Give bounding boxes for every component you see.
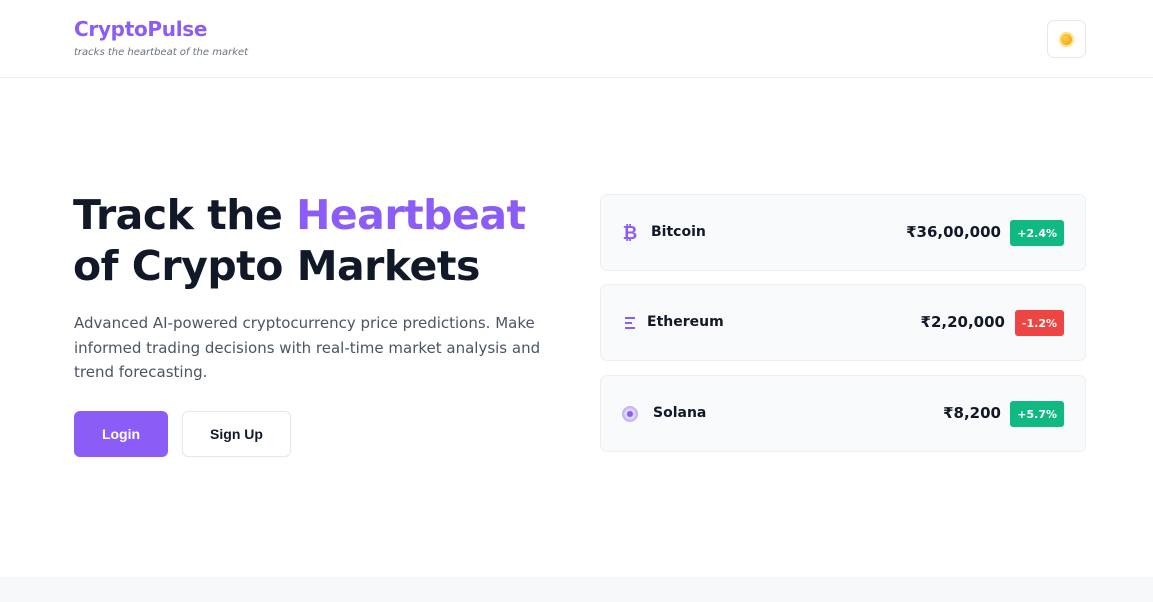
coin-card-solana[interactable]: Solana ₹8,200 +5.7%: [600, 375, 1086, 452]
brand-name[interactable]: CryptoPulse: [74, 17, 248, 41]
hero-title-part2: of Crypto Markets: [73, 242, 480, 290]
coin-price: ₹36,00,000: [906, 223, 1001, 241]
change-badge: +2.4%: [1010, 220, 1064, 246]
next-section-band: [0, 577, 1153, 602]
ethereum-icon: [621, 312, 639, 334]
login-button[interactable]: Login: [74, 411, 168, 457]
coin-card-ethereum[interactable]: Ethereum ₹2,20,000 -1.2%: [600, 284, 1086, 361]
change-badge: -1.2%: [1014, 310, 1064, 336]
theme-toggle-button[interactable]: [1047, 20, 1086, 58]
bitcoin-icon: ₿: [622, 222, 638, 244]
hero-title: Track the Heartbeat of Crypto Markets: [73, 190, 573, 292]
brand-tagline: tracks the heartbeat of the market: [74, 47, 249, 58]
brand[interactable]: CryptoPulse tracks the heartbeat of the …: [74, 17, 248, 58]
hero-title-part1: Track the: [73, 191, 297, 239]
sun-icon: [1059, 31, 1074, 47]
hero-title-accent: Heartbeat: [296, 191, 526, 239]
coin-name: Ethereum: [647, 314, 724, 330]
solana-icon: [621, 403, 639, 425]
site-header: CryptoPulse tracks the heartbeat of the …: [0, 0, 1153, 78]
coin-price: ₹2,20,000: [920, 313, 1005, 331]
signup-button[interactable]: Sign Up: [182, 411, 291, 457]
hero-description: Advanced AI-powered cryptocurrency price…: [74, 314, 541, 381]
coin-name: Bitcoin: [651, 224, 706, 240]
change-badge: +5.7%: [1010, 401, 1064, 427]
coin-name: Solana: [653, 405, 707, 421]
coin-card-bitcoin[interactable]: ₿ Bitcoin ₹36,00,000 +2.4%: [600, 194, 1086, 271]
coin-price: ₹8,200: [943, 404, 1001, 422]
